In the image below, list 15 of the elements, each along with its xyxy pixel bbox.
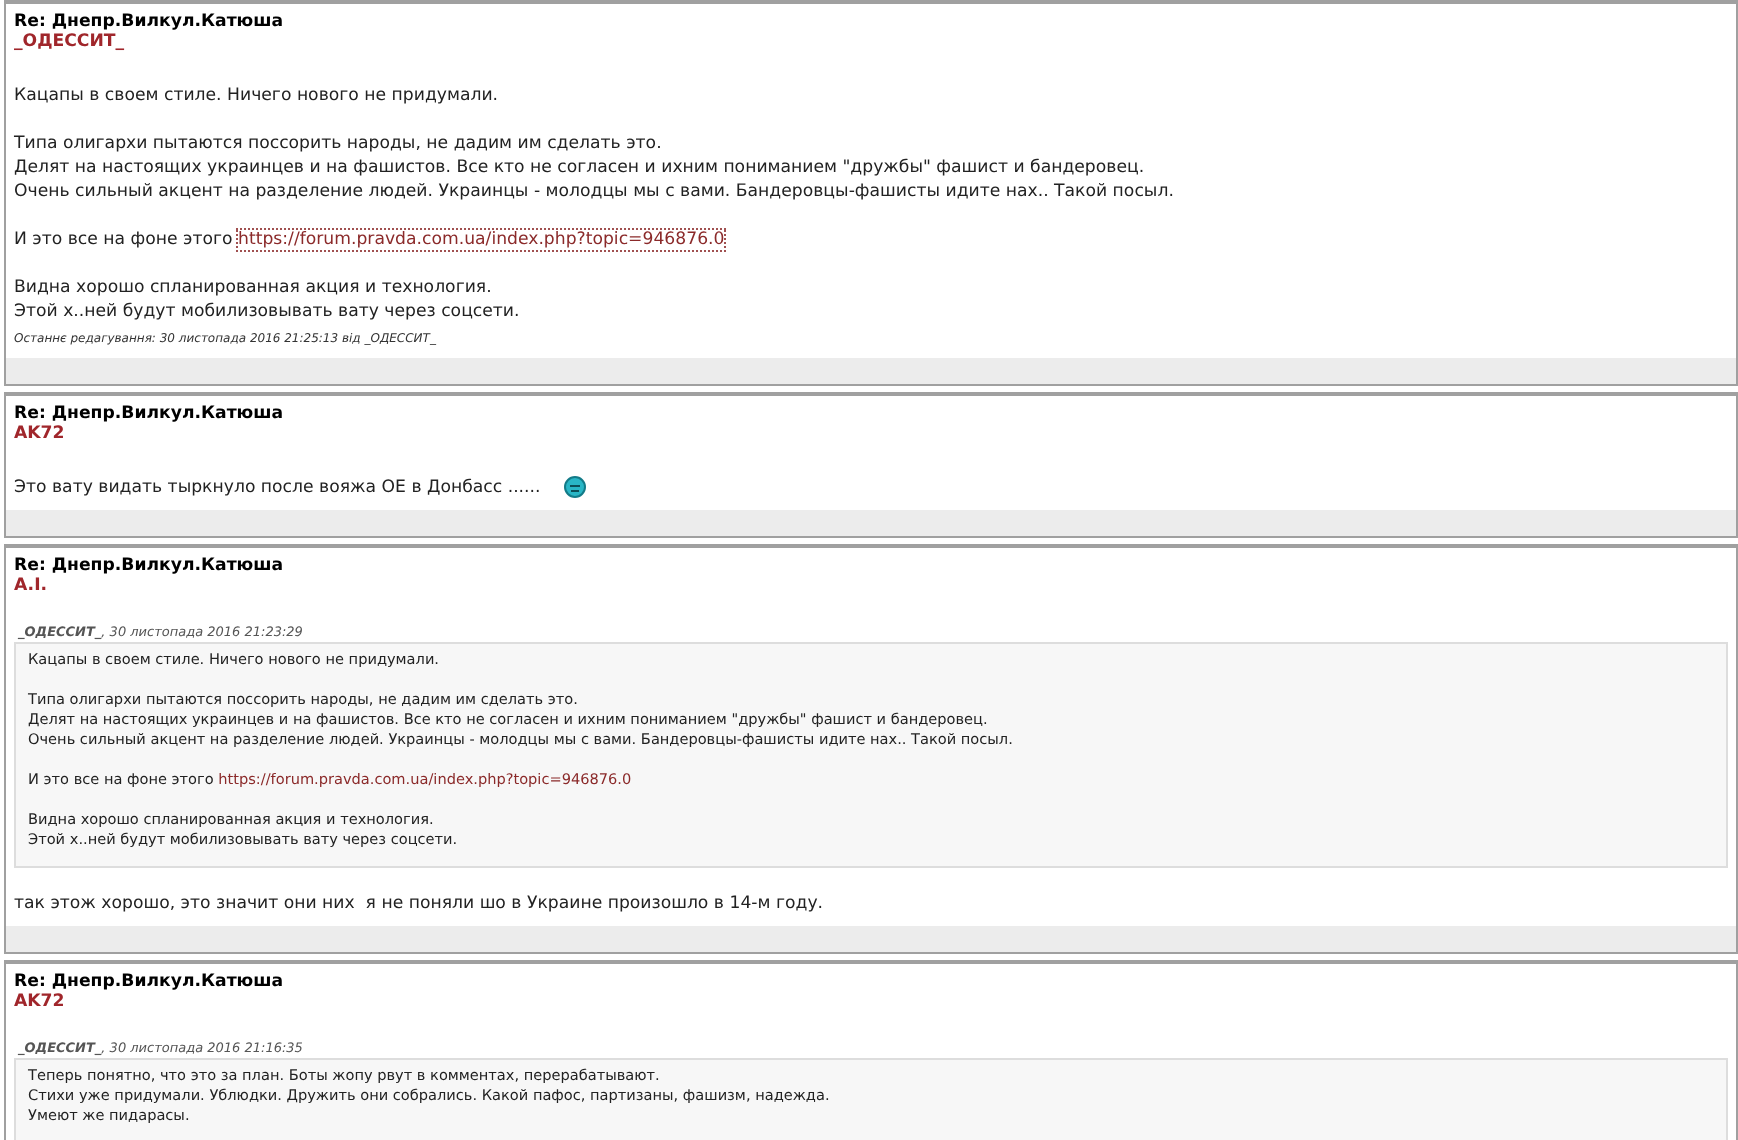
post-author[interactable]: AK72	[14, 424, 65, 444]
post-text: Видна хорошо спланированная акция и технология. Этой х..ней будут мобилизовывать вату через соцсети.	[14, 276, 520, 324]
post-title: Re: Днепр.Вилкул.Катюша	[14, 556, 284, 576]
post-author[interactable]: _ОДЕССИТ_	[14, 32, 125, 52]
post-title: Re: Днепр.Вилкул.Катюша	[14, 972, 284, 992]
post-author[interactable]: A.I.	[14, 576, 48, 596]
post-text: Кацапы в своем стиле. Ничего нового не придумали.	[14, 84, 499, 108]
post-text: так этож хорошо, это значит они них я не поняли шо в Украине произошло в 14-м году.	[14, 892, 824, 916]
post-title: Re: Днепр.Вилкул.Катюша	[14, 12, 284, 32]
post-text: Это вату видать тыркнуло после вояжа ОЕ в Донбасс ......	[14, 476, 587, 500]
post-text: Типа олигархи пытаются поссорить народы, не дадим им сделать это. Делят на настоящих украинцев и на фашистов. Все кто не согласен и ихним пониманием "дружбы" фашист и бандеровец. Очень сильный акцент на разделение людей. Украинцы - молодцы мы с вами. Бандеровцы-фашисты идите нах.. Такой посыл.	[14, 132, 1174, 204]
post-title: Re: Днепр.Вилкул.Катюша	[14, 404, 284, 424]
topic-link[interactable]: https://forum.pravda.com.ua/index.php?topic=946876.0	[238, 230, 725, 250]
post-text: И это все на фоне этого https://forum.pravda.com.ua/index.php?topic=946876.0	[14, 228, 725, 252]
post-author[interactable]: AK72	[14, 992, 65, 1012]
